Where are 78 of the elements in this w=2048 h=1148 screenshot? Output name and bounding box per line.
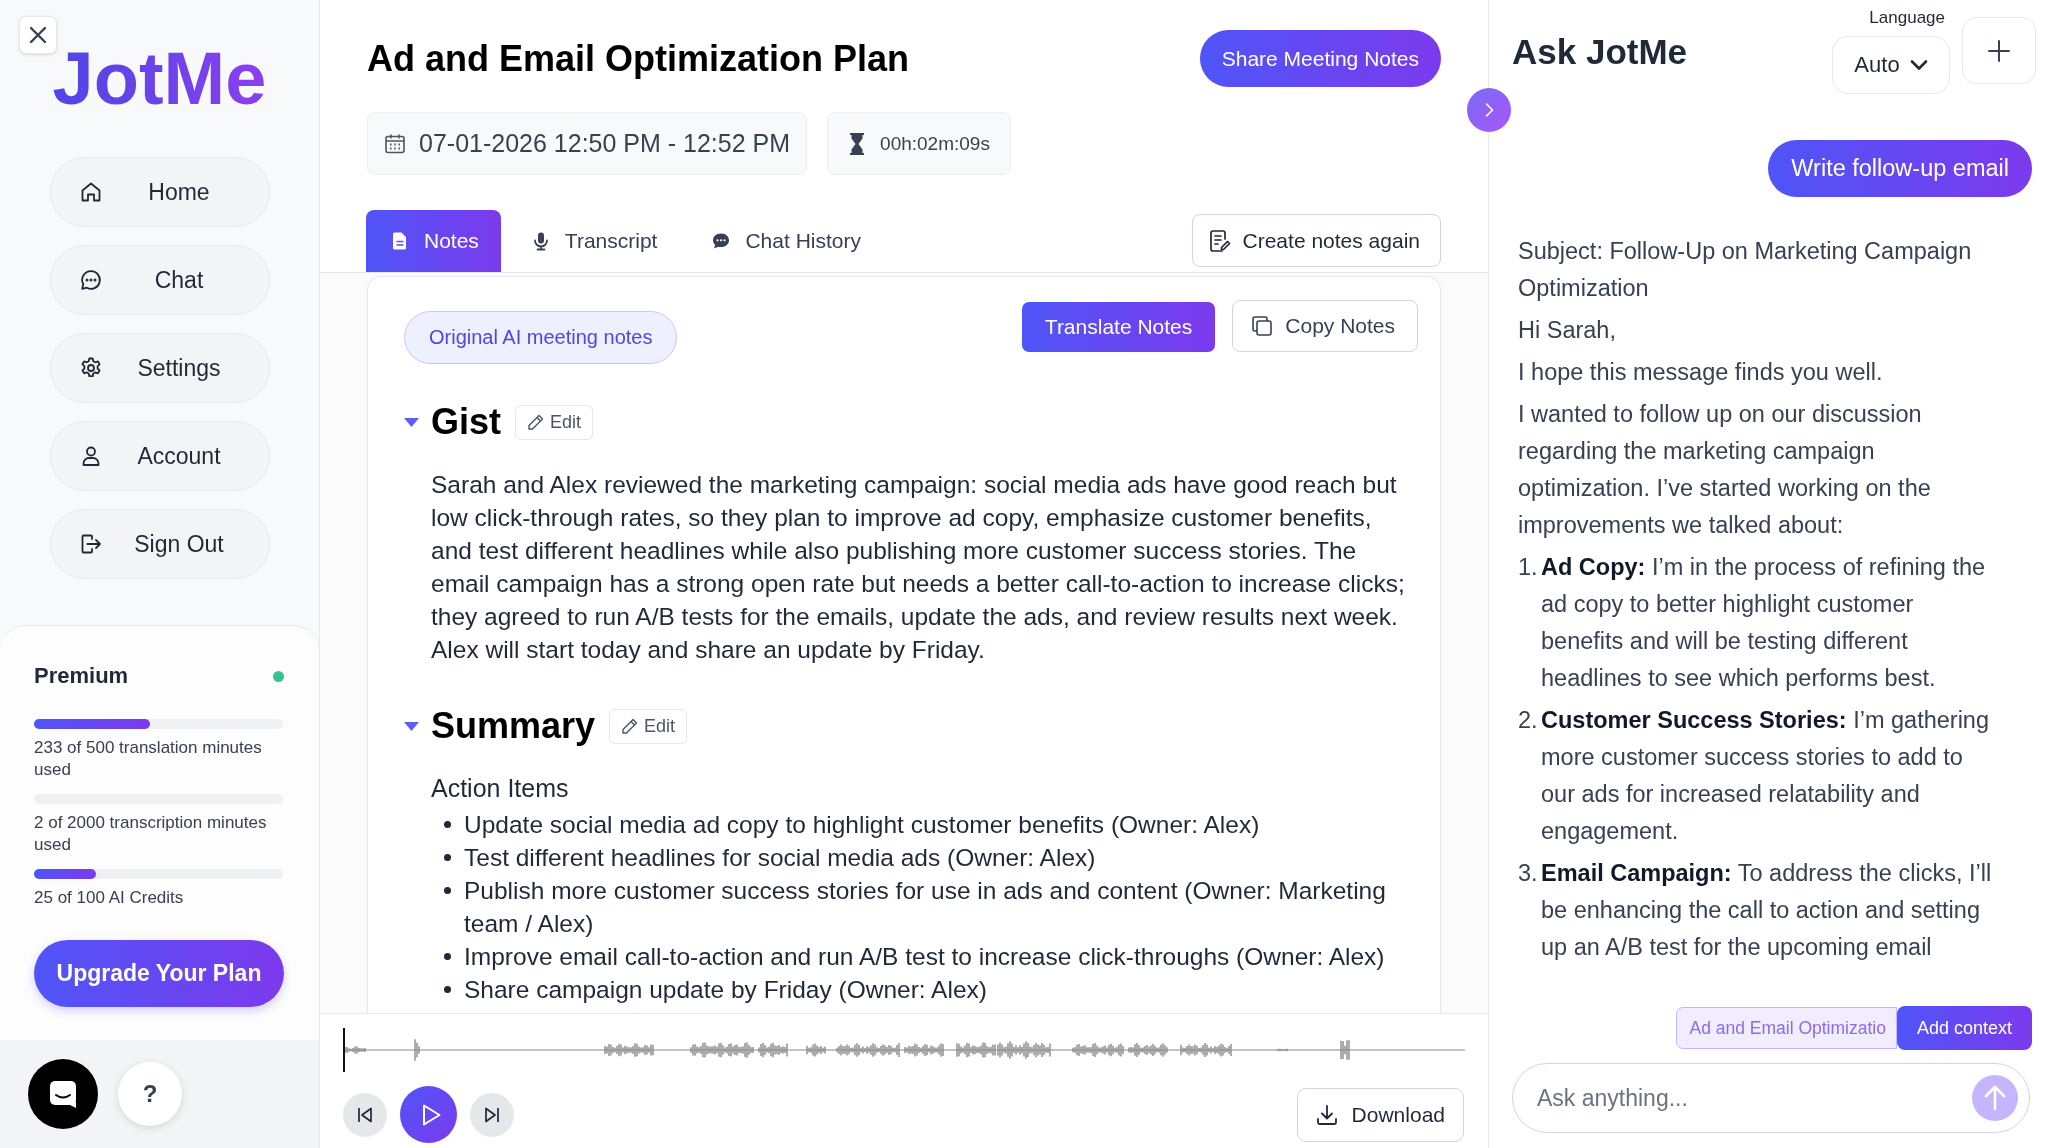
plan-name: Premium bbox=[34, 663, 129, 689]
plus-icon bbox=[1988, 39, 2010, 62]
download-icon bbox=[1315, 1103, 1338, 1126]
reply-list-item: Email Campaign: To address the clicks, I’ll be enhancing the call to action and setting up an A/B test for the upcoming email bbox=[1541, 859, 1993, 962]
skip-back-button[interactable] bbox=[343, 1092, 387, 1137]
hourglass-icon bbox=[848, 131, 867, 156]
list-number: 2. bbox=[1518, 706, 1539, 735]
bullet-icon bbox=[444, 986, 451, 993]
bullet-icon bbox=[444, 887, 451, 894]
skip-back-icon bbox=[356, 1105, 374, 1124]
reply-paragraph: I wanted to follow up on our discussion regarding the marketing campaign optimization. I’ve started working on the improvements we talked about: bbox=[1518, 400, 1932, 540]
usage-text: 25 of 100 AI Credits bbox=[34, 887, 185, 909]
action-item: Test different headlines for social media ads (Owner: Alex) bbox=[464, 843, 1096, 873]
reply-paragraph: Hi Sarah, bbox=[1518, 316, 1617, 345]
skip-forward-button[interactable] bbox=[470, 1092, 514, 1137]
date-range-chip: 07-01-2026 12:50 PM - 12:52 PM bbox=[367, 112, 808, 175]
tab[interactable]: Notes bbox=[366, 210, 501, 272]
chat-bubble-icon bbox=[79, 268, 103, 292]
pencil-icon bbox=[527, 413, 544, 431]
copy-icon bbox=[1251, 315, 1274, 337]
section-heading: Summary bbox=[431, 708, 596, 744]
sidebar-nav-item[interactable]: Sign Out bbox=[50, 509, 270, 579]
close-button[interactable] bbox=[19, 16, 57, 54]
create-notes-button[interactable]: Create notes again bbox=[1191, 214, 1441, 267]
reply-list-item: Ad Copy: I’m in the process of refining the ad copy to better highlight customer benefits and will be testing different headlines to see which performs best. bbox=[1541, 553, 1987, 693]
upgrade-button[interactable]: Upgrade Your Plan bbox=[34, 940, 284, 1007]
chevron-down-icon bbox=[1909, 59, 1928, 71]
usage-text: 2 of 2000 transcription minutes used bbox=[34, 812, 268, 856]
section-heading: Gist bbox=[431, 404, 501, 440]
download-button[interactable]: Download bbox=[1296, 1087, 1464, 1142]
pencil-icon bbox=[621, 717, 639, 735]
bullet-icon bbox=[444, 854, 451, 861]
translate-button[interactable]: Translate Notes bbox=[1021, 302, 1216, 352]
tab[interactable]: Transcript bbox=[506, 210, 682, 272]
gist-paragraph: Sarah and Alex reviewed the marketing campaign: social media ads have good reach but low click-through rates, so they plan to improve ad copy, emphasize customer benefits, and test different headlines while also publishing more customer success stories. The email campaign has a strong open rate but needs a better call-to-action to increase clicks; they agreed to run A/B tests for the emails, update the ads, and review results next week. Alex will start today and share an update by Friday. bbox=[431, 470, 1406, 665]
play-button[interactable] bbox=[400, 1086, 457, 1143]
sidebar-nav-item[interactable]: Account bbox=[50, 421, 270, 491]
language-label: Language bbox=[1869, 8, 1945, 28]
list-number: 3. bbox=[1518, 859, 1539, 888]
panel-title: Ask JotMe bbox=[1512, 32, 1688, 72]
bullet-icon bbox=[444, 953, 451, 960]
message-icon bbox=[48, 1079, 78, 1109]
chat-bubble-icon bbox=[711, 231, 732, 251]
sidebar-nav-item[interactable]: Chat bbox=[50, 245, 270, 315]
sidebar-nav-item[interactable]: Settings bbox=[50, 333, 270, 403]
meeting-title: Ad and Email Optimization Plan bbox=[367, 37, 910, 81]
chevron-right-icon bbox=[1484, 102, 1494, 118]
reply-paragraph: Subject: Follow-Up on Marketing Campaign Optimization bbox=[1518, 237, 1973, 303]
bullet-icon bbox=[444, 821, 451, 828]
tab[interactable]: Chat History bbox=[687, 210, 885, 272]
usage-text: 233 of 500 translation minutes used bbox=[34, 737, 263, 781]
arrow-up-icon bbox=[1983, 1085, 2007, 1111]
action-item: Share campaign update by Friday (Owner: Alex) bbox=[464, 975, 987, 1005]
list-number: 1. bbox=[1518, 553, 1539, 582]
skip-forward-icon bbox=[483, 1105, 501, 1124]
close-icon bbox=[28, 25, 48, 45]
sidebar-nav-item[interactable]: Home bbox=[50, 157, 270, 227]
ask-input-field[interactable]: Ask anything... bbox=[1512, 1063, 2030, 1133]
action-item: Update social media ad copy to highlight customer benefits (Owner: Alex) bbox=[464, 810, 1260, 840]
action-item: Publish more customer success stories for use in ads and content (Owner: Marketing team / Alex) bbox=[464, 876, 1387, 939]
copy-button[interactable]: Copy Notes bbox=[1232, 300, 1418, 352]
language-dropdown[interactable]: Auto bbox=[1832, 36, 1950, 94]
share-button[interactable]: Share Meeting Notes bbox=[1199, 30, 1441, 87]
user-message: Write follow-up email bbox=[1768, 140, 2032, 197]
reply-paragraph: I hope this message finds you well. bbox=[1518, 358, 1884, 387]
notes-edit-icon bbox=[1208, 228, 1231, 253]
reply-list-item: Customer Success Stories: I’m gathering more customer success stories to add to our ads for increased relatability and engagement. bbox=[1541, 706, 1990, 846]
home-icon bbox=[79, 180, 103, 204]
source-label: Original AI meeting notes bbox=[404, 311, 678, 364]
edit-button[interactable]: Edit bbox=[609, 708, 688, 744]
gear-icon bbox=[79, 356, 103, 380]
action-item: Improve email call-to-action and run A/B test to increase click-throughs (Owner: Alex) bbox=[464, 942, 1385, 972]
help-button[interactable]: ? bbox=[118, 1062, 182, 1126]
sign-out-icon bbox=[79, 532, 103, 556]
subheading: Action Items bbox=[431, 773, 570, 804]
add-context-button[interactable]: Add context bbox=[1896, 1006, 2032, 1050]
edit-button[interactable]: Edit bbox=[515, 404, 594, 440]
duration-chip: 00h:02m:09s bbox=[827, 112, 1011, 175]
